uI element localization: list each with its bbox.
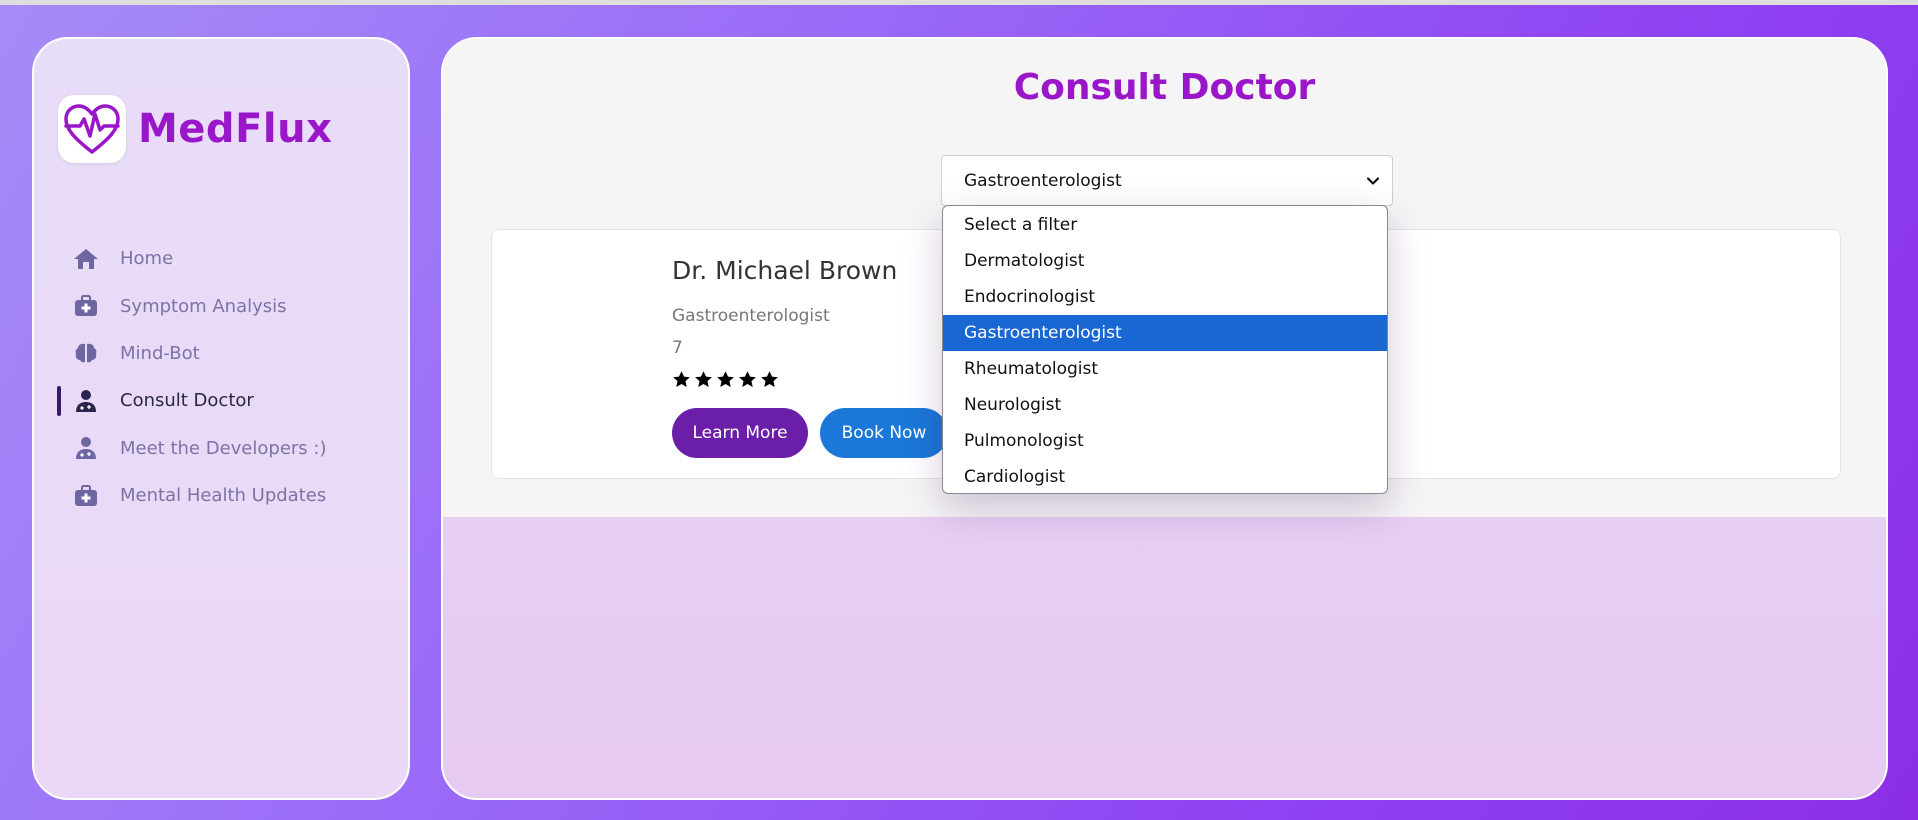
specialty-dropdown-list: Select a filter Dermatologist Endocrinol… — [942, 205, 1388, 494]
specialty-filter-select[interactable]: Gastroenterologist — [941, 155, 1393, 206]
sidebar: MedFlux Home Symptom Analysis Mind-Bot C… — [32, 37, 410, 800]
sidebar-item-home[interactable]: Home — [58, 235, 398, 282]
sidebar-item-label: Home — [120, 248, 174, 270]
sidebar-item-mind-bot[interactable]: Mind-Bot — [58, 330, 398, 377]
sidebar-item-label: Mind-Bot — [120, 342, 200, 364]
star-icon — [695, 371, 712, 388]
medical-kit-icon — [72, 482, 100, 510]
chevron-down-icon — [1366, 173, 1380, 193]
sidebar-item-label: Mental Health Updates — [120, 485, 327, 507]
doctor-specialty: Gastroenterologist — [672, 306, 830, 326]
dropdown-option[interactable]: Pulmonologist — [943, 423, 1387, 459]
dropdown-option[interactable]: Endocrinologist — [943, 279, 1387, 315]
brain-icon — [72, 339, 100, 367]
rating-stars — [672, 370, 779, 389]
browser-top-line — [0, 0, 1918, 5]
sidebar-item-label: Consult Doctor — [120, 390, 254, 412]
doctor-experience: 7 — [672, 338, 683, 358]
page-title: Consult Doctor — [1013, 67, 1316, 108]
dropdown-option[interactable]: Select a filter — [943, 207, 1387, 243]
select-value: Gastroenterologist — [964, 170, 1122, 191]
star-icon — [717, 371, 734, 388]
doctor-icon — [72, 434, 100, 462]
star-icon — [739, 371, 756, 388]
brand-name: MedFlux — [138, 106, 333, 152]
doctor-name: Dr. Michael Brown — [672, 256, 898, 285]
sidebar-item-mental-health-updates[interactable]: Mental Health Updates — [58, 472, 398, 519]
sidebar-item-label: Symptom Analysis — [120, 295, 287, 317]
dropdown-option[interactable]: Rheumatologist — [943, 351, 1387, 387]
sidebar-item-meet-developers[interactable]: Meet the Developers :) — [58, 425, 398, 472]
medical-kit-icon — [72, 292, 100, 320]
sidebar-nav: Home Symptom Analysis Mind-Bot Consult D… — [57, 235, 398, 519]
home-icon — [72, 245, 100, 273]
sidebar-item-label: Meet the Developers :) — [120, 437, 327, 459]
book-now-button[interactable]: Book Now — [820, 408, 948, 458]
sidebar-item-symptom-analysis[interactable]: Symptom Analysis — [58, 282, 398, 329]
doctor-icon — [72, 387, 100, 415]
dropdown-option-selected[interactable]: Gastroenterologist — [943, 315, 1387, 351]
learn-more-button[interactable]: Learn More — [672, 408, 808, 458]
star-icon — [761, 371, 778, 388]
dropdown-option[interactable]: Neurologist — [943, 387, 1387, 423]
dropdown-option[interactable]: Dermatologist — [943, 243, 1387, 279]
logo[interactable]: MedFlux — [58, 95, 332, 163]
dropdown-option[interactable]: Cardiologist — [943, 459, 1387, 493]
heart-pulse-icon — [58, 95, 126, 163]
star-icon — [673, 371, 690, 388]
sidebar-item-consult-doctor[interactable]: Consult Doctor — [57, 377, 398, 424]
